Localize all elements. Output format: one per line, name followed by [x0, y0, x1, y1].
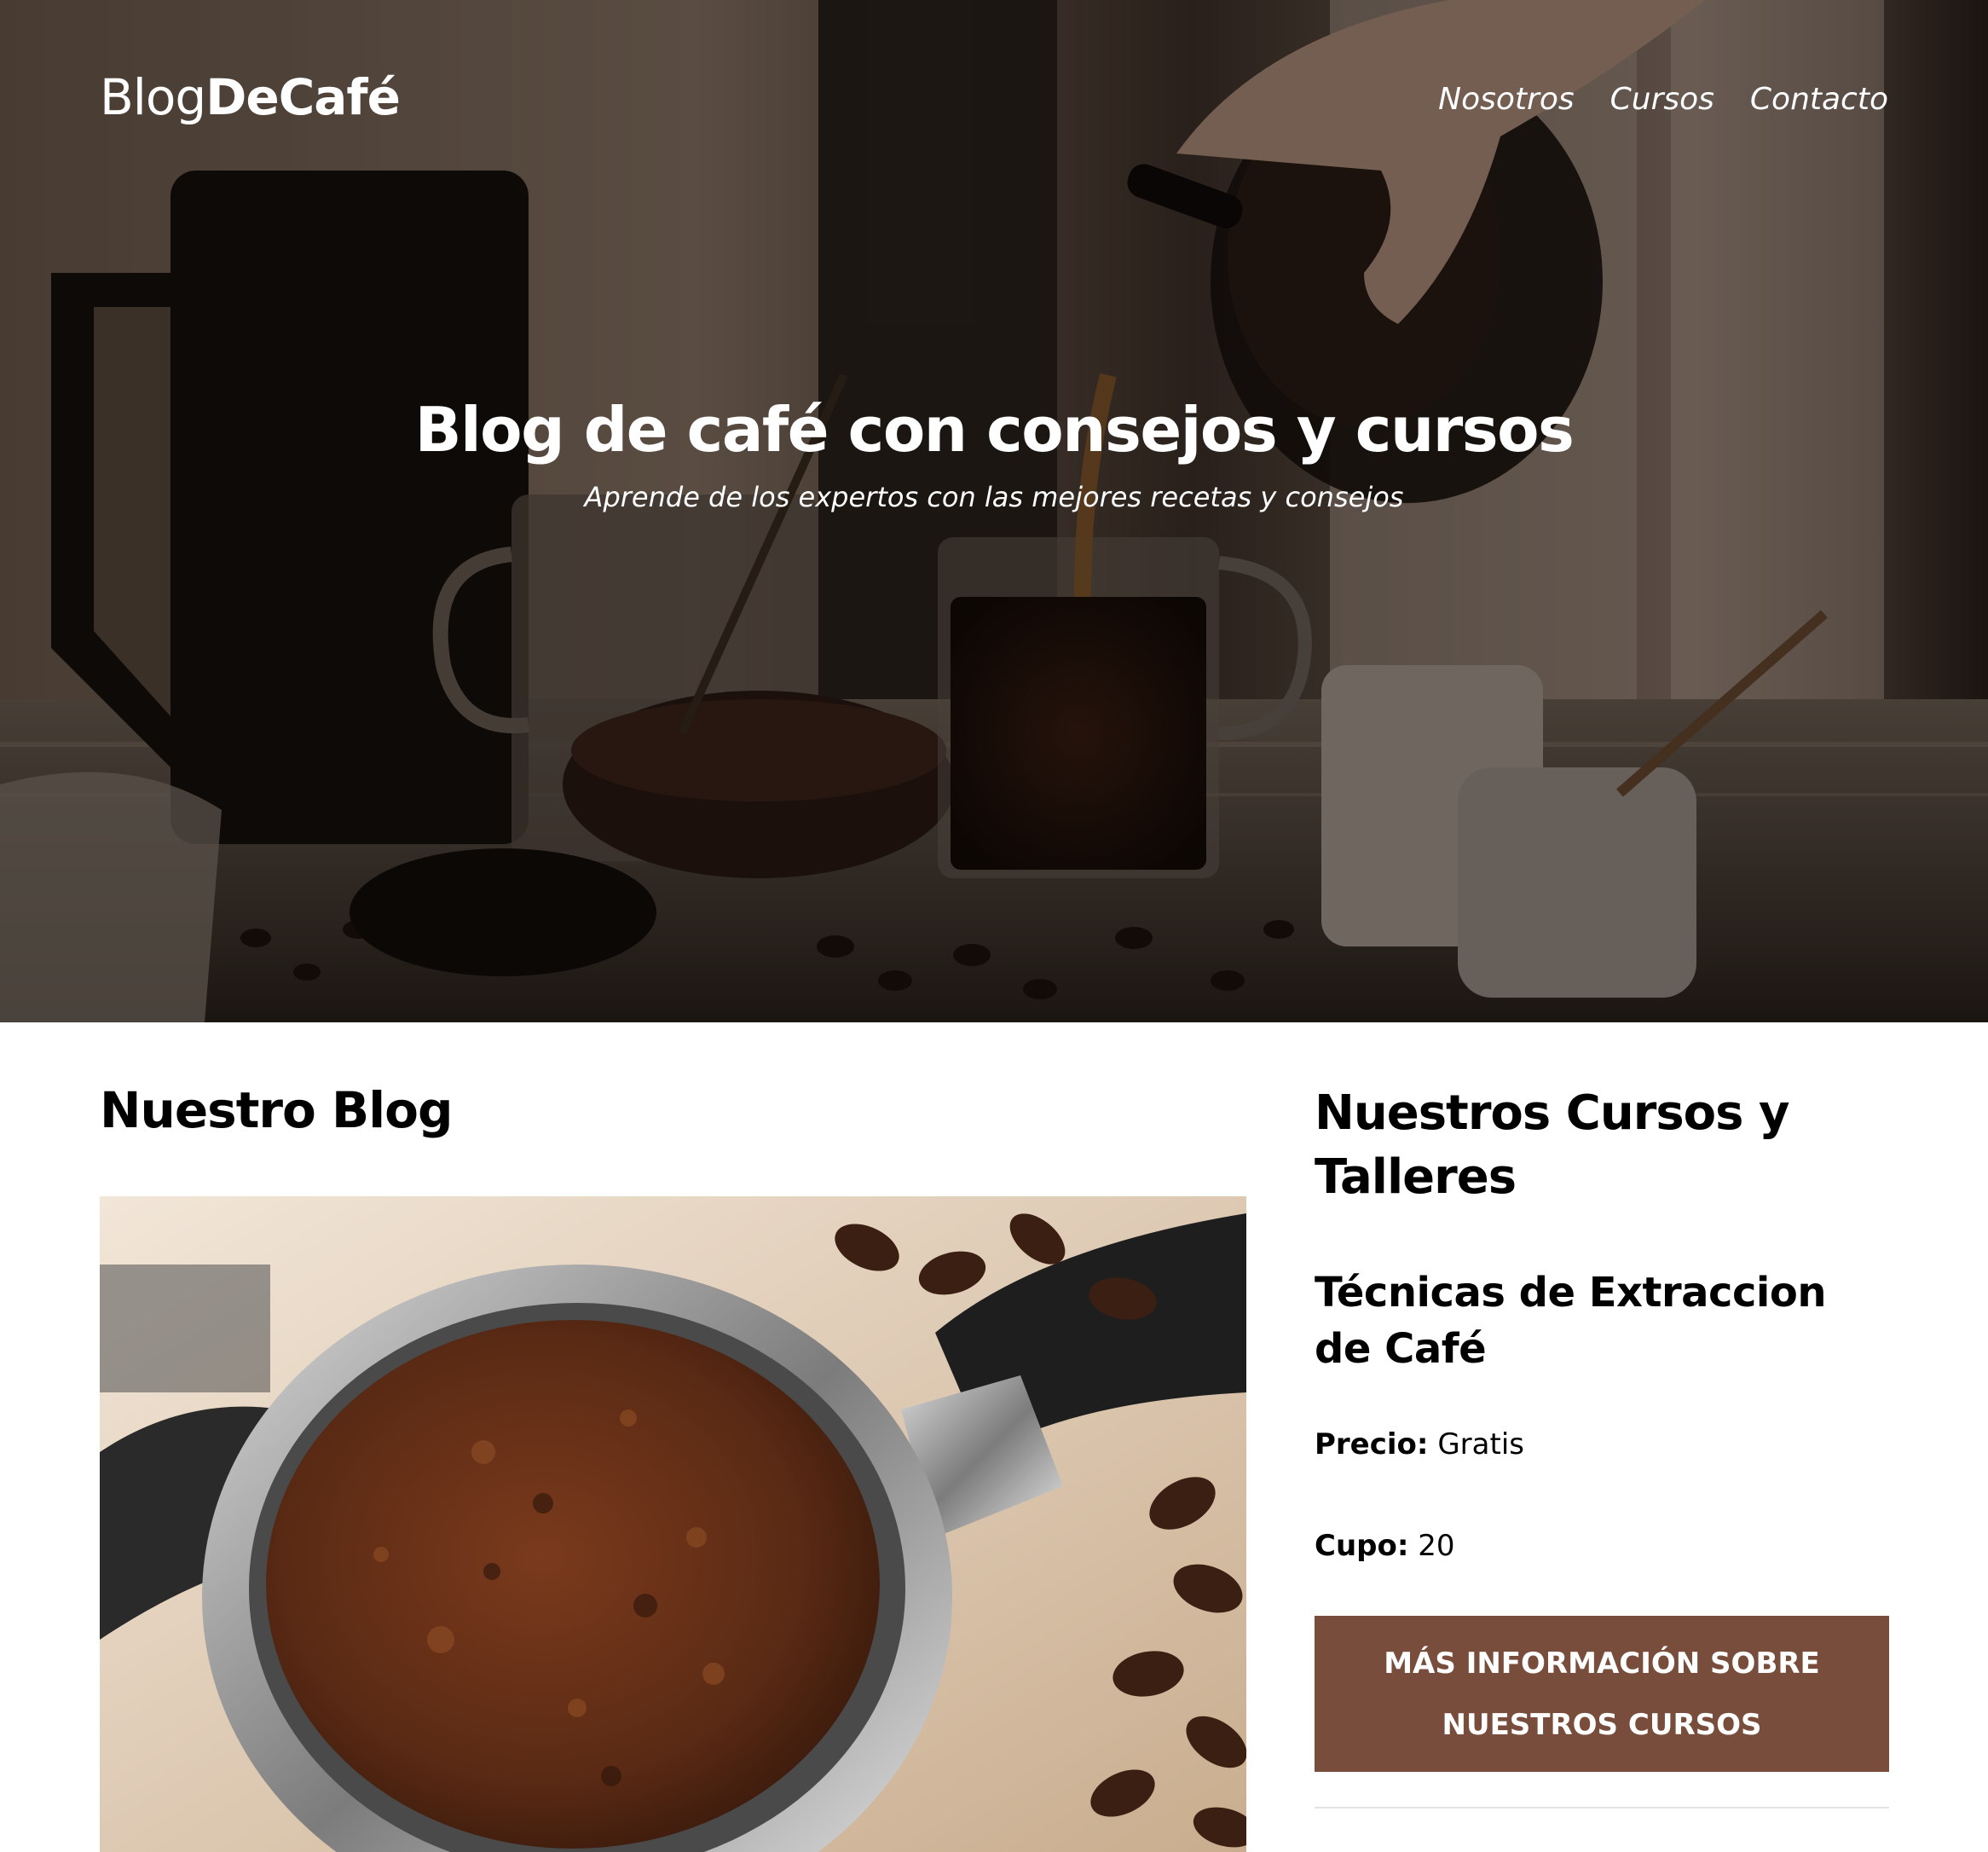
hero-section: BlogDeCafé Nosotros Cursos Contacto Blog… [0, 0, 1988, 1022]
more-info-courses-button[interactable]: Más Información sobre nuestros cursos [1315, 1616, 1889, 1772]
nav-link-nosotros[interactable]: Nosotros [1438, 82, 1574, 117]
logo-regular-text: Blog [100, 68, 206, 126]
nav-link-contacto[interactable]: Contacto [1750, 82, 1888, 117]
course-seats: Cupo: 20 [1315, 1529, 1455, 1563]
blog-post-image[interactable] [100, 1196, 1246, 1852]
site-logo[interactable]: BlogDeCafé [100, 68, 401, 126]
main-nav: Nosotros Cursos Contacto [1438, 82, 1888, 117]
course-price: Precio: Gratis [1315, 1427, 1524, 1461]
courses-sidebar: Nuestros Cursos y Talleres Técnicas de E… [1315, 1081, 1889, 1809]
hero-title: Blog de café con consejos y cursos [414, 394, 1575, 466]
hero-subtitle: Aprende de los expertos con las mejores … [584, 481, 1404, 513]
price-value: Gratis [1437, 1427, 1524, 1461]
courses-heading: Nuestros Cursos y Talleres [1315, 1085, 1789, 1205]
espresso-portafilter-photo [100, 1196, 1246, 1852]
blog-heading: Nuestro Blog [100, 1081, 454, 1139]
logo-bold-text: DeCafé [205, 68, 401, 126]
seats-label: Cupo: [1315, 1529, 1409, 1563]
nav-link-cursos[interactable]: Cursos [1610, 82, 1714, 117]
course-title[interactable]: Técnicas de Extraccion de Café [1315, 1265, 1889, 1377]
price-label: Precio: [1315, 1427, 1429, 1461]
seats-value: 20 [1418, 1529, 1455, 1563]
divider [1315, 1807, 1889, 1809]
